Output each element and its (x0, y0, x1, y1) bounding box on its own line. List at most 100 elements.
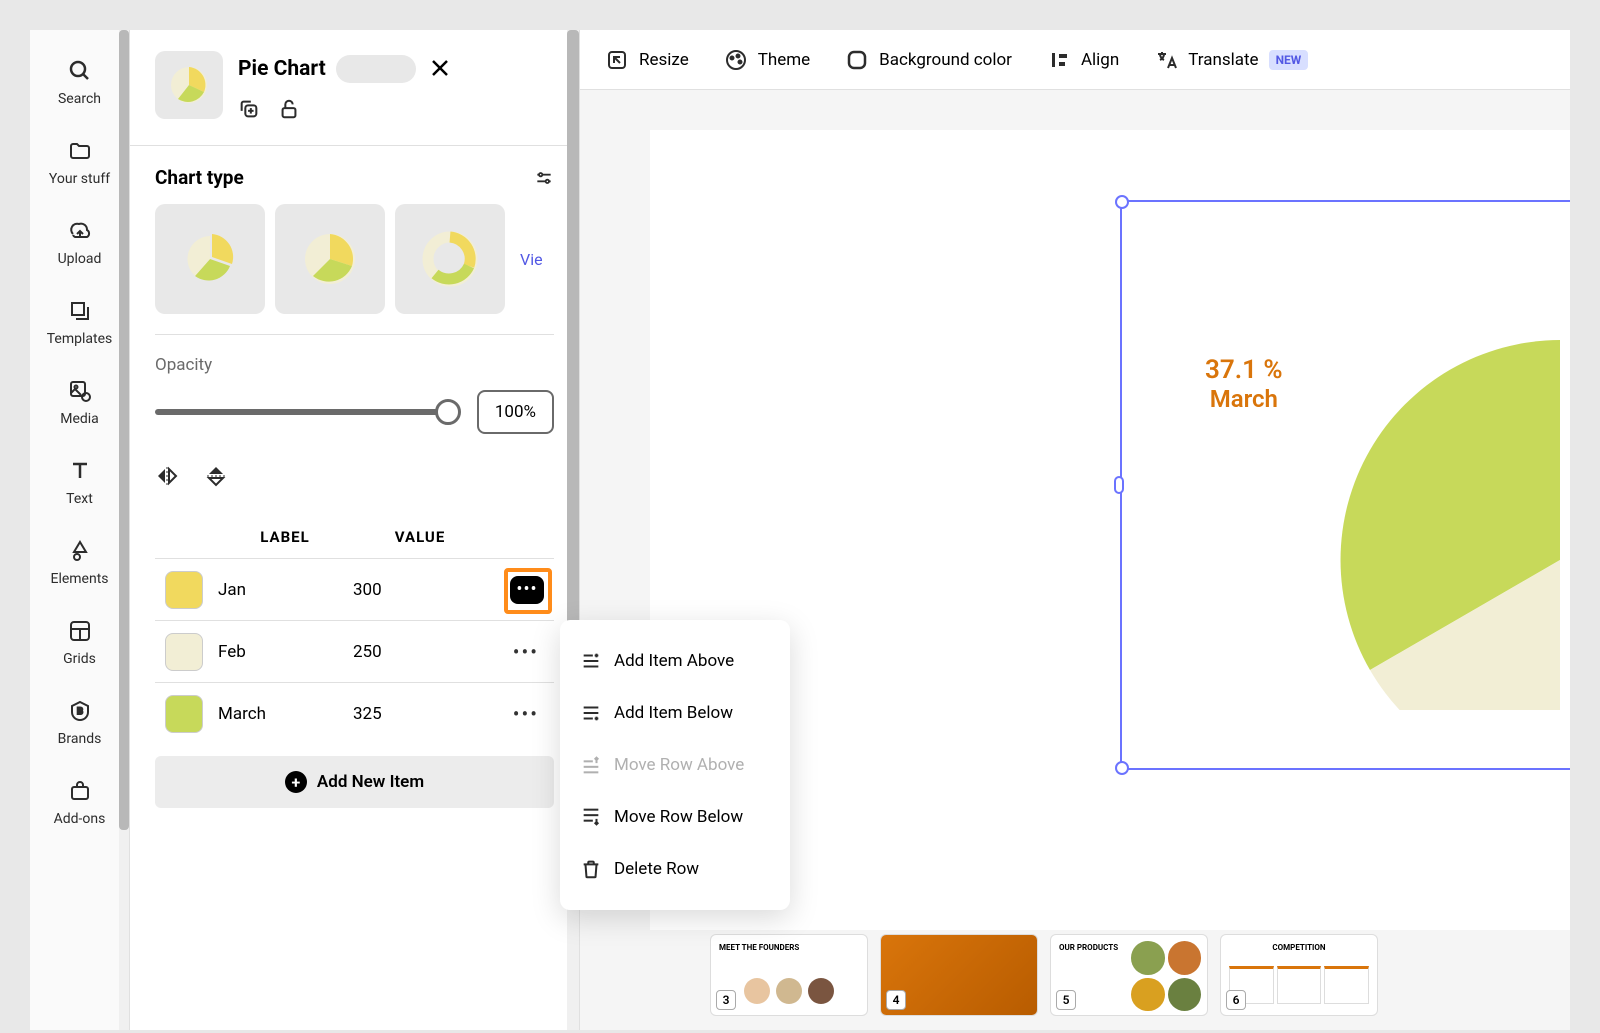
color-swatch[interactable] (165, 695, 203, 733)
slide-thumbnail[interactable]: OUR PRODUCTS 5 (1050, 934, 1208, 1016)
slide-number: 3 (716, 990, 736, 1010)
sidebar-label: Elements (50, 571, 108, 587)
panel-pill[interactable] (336, 55, 416, 83)
view-more-link[interactable]: Vie (520, 250, 543, 269)
menu-add-above[interactable]: Add Item Above (570, 635, 780, 687)
sidebar-label: Templates (47, 331, 113, 347)
row-more-button[interactable]: ••• (508, 697, 544, 731)
slide-title: COMPETITION (1221, 935, 1377, 960)
chart-category: March (1205, 385, 1283, 413)
slide-thumbnail[interactable]: 4 (880, 934, 1038, 1016)
background-icon (845, 48, 869, 72)
sidebar-item-grids[interactable]: Grids (30, 605, 129, 685)
pie-chart[interactable] (1310, 310, 1570, 710)
text-icon (66, 457, 94, 485)
translate-button[interactable]: Translate NEW (1154, 48, 1308, 72)
opacity-value[interactable]: 100% (477, 390, 554, 434)
trash-icon (580, 858, 602, 880)
move-above-icon (580, 754, 602, 776)
chart-type-label: Chart type (155, 166, 244, 189)
theme-button[interactable]: Theme (724, 48, 810, 72)
sidebar-item-upload[interactable]: Upload (30, 205, 129, 285)
table-header-value: VALUE (355, 528, 485, 546)
sidebar-label: Add-ons (54, 811, 106, 827)
sidebar-label: Brands (58, 731, 102, 747)
top-toolbar: Resize Theme Background color Align (580, 30, 1570, 90)
brand-icon: B (66, 697, 94, 725)
slide-title: MEET THE FOUNDERS (711, 935, 867, 960)
chart-type-donut[interactable] (395, 204, 505, 314)
addons-icon (66, 777, 94, 805)
sidebar-item-media[interactable]: Media (30, 365, 129, 445)
table-header-label: LABEL (215, 528, 355, 546)
row-more-button[interactable]: ••• (510, 576, 544, 604)
chart-type-pie-exploded[interactable] (155, 204, 265, 314)
align-button[interactable]: Align (1047, 48, 1119, 72)
panel-title: Pie Chart (238, 57, 326, 81)
sidebar-item-brands[interactable]: B Brands (30, 685, 129, 765)
menu-move-below[interactable]: Move Row Below (570, 791, 780, 843)
chart-percent: 37.1 % (1205, 355, 1283, 385)
row-value[interactable]: 250 (353, 642, 453, 662)
slide-strip: MEET THE FOUNDERS 3 4 OUR PRODUCTS (710, 930, 1570, 1020)
sidebar-item-addons[interactable]: Add-ons (30, 765, 129, 845)
plus-icon: + (285, 771, 307, 793)
sidebar-item-templates[interactable]: Templates (30, 285, 129, 365)
sidebar-label: Grids (63, 651, 96, 667)
table-row: Jan 300 ••• (155, 558, 554, 620)
shapes-icon (66, 537, 94, 565)
sidebar-scrollbar[interactable] (119, 30, 129, 1030)
sidebar-item-text[interactable]: Text (30, 445, 129, 525)
slide-number: 6 (1226, 990, 1246, 1010)
row-value[interactable]: 300 (353, 580, 453, 600)
table-row: Feb 250 ••• (155, 620, 554, 682)
sidebar-label: Search (58, 91, 101, 107)
left-sidebar: Search Your stuff Upload Templates (30, 30, 130, 1030)
sidebar-label: Media (60, 411, 99, 427)
settings-icon[interactable] (534, 168, 554, 188)
upload-icon (66, 217, 94, 245)
row-value[interactable]: 325 (353, 704, 453, 724)
menu-delete-row[interactable]: Delete Row (570, 843, 780, 895)
background-color-button[interactable]: Background color (845, 48, 1012, 72)
add-above-icon (580, 650, 602, 672)
close-button[interactable] (426, 50, 454, 88)
row-label[interactable]: Feb (218, 642, 338, 662)
flip-vertical-icon[interactable] (204, 464, 228, 488)
resize-icon (605, 48, 629, 72)
unlock-icon[interactable] (278, 98, 300, 120)
slide-number: 4 (886, 990, 906, 1010)
opacity-slider-handle[interactable] (435, 399, 461, 425)
translate-icon (1154, 48, 1178, 72)
color-swatch[interactable] (165, 571, 203, 609)
add-item-button[interactable]: + Add New Item (155, 756, 554, 808)
folder-icon (66, 137, 94, 165)
selection-handle[interactable] (1115, 761, 1129, 775)
add-item-label: Add New Item (317, 772, 424, 792)
slide-thumbnail[interactable]: COMPETITION 6 (1220, 934, 1378, 1016)
search-icon (66, 57, 94, 85)
sidebar-item-elements[interactable]: Elements (30, 525, 129, 605)
row-label[interactable]: Jan (218, 580, 338, 600)
sidebar-item-your-stuff[interactable]: Your stuff (30, 125, 129, 205)
row-context-menu: Add Item Above Add Item Below Move Row A… (560, 620, 790, 910)
sidebar-item-search[interactable]: Search (30, 45, 129, 125)
sidebar-label: Your stuff (49, 171, 110, 187)
chart-type-pie[interactable] (275, 204, 385, 314)
slide-number: 5 (1056, 990, 1076, 1010)
duplicate-icon[interactable] (238, 98, 260, 120)
slide-thumbnail[interactable]: MEET THE FOUNDERS 3 (710, 934, 868, 1016)
row-more-button[interactable]: ••• (508, 635, 544, 669)
media-icon (66, 377, 94, 405)
row-label[interactable]: March (218, 704, 338, 724)
flip-horizontal-icon[interactable] (155, 464, 179, 488)
data-table: LABEL VALUE Jan 300 ••• Feb 250 ••• M (155, 528, 554, 808)
selection-handle[interactable] (1115, 195, 1129, 209)
add-below-icon (580, 702, 602, 724)
color-swatch[interactable] (165, 633, 203, 671)
resize-button[interactable]: Resize (605, 48, 689, 72)
selection-handle[interactable] (1114, 476, 1124, 494)
sidebar-label: Text (66, 491, 93, 507)
menu-add-below[interactable]: Add Item Below (570, 687, 780, 739)
opacity-slider[interactable] (155, 409, 459, 415)
